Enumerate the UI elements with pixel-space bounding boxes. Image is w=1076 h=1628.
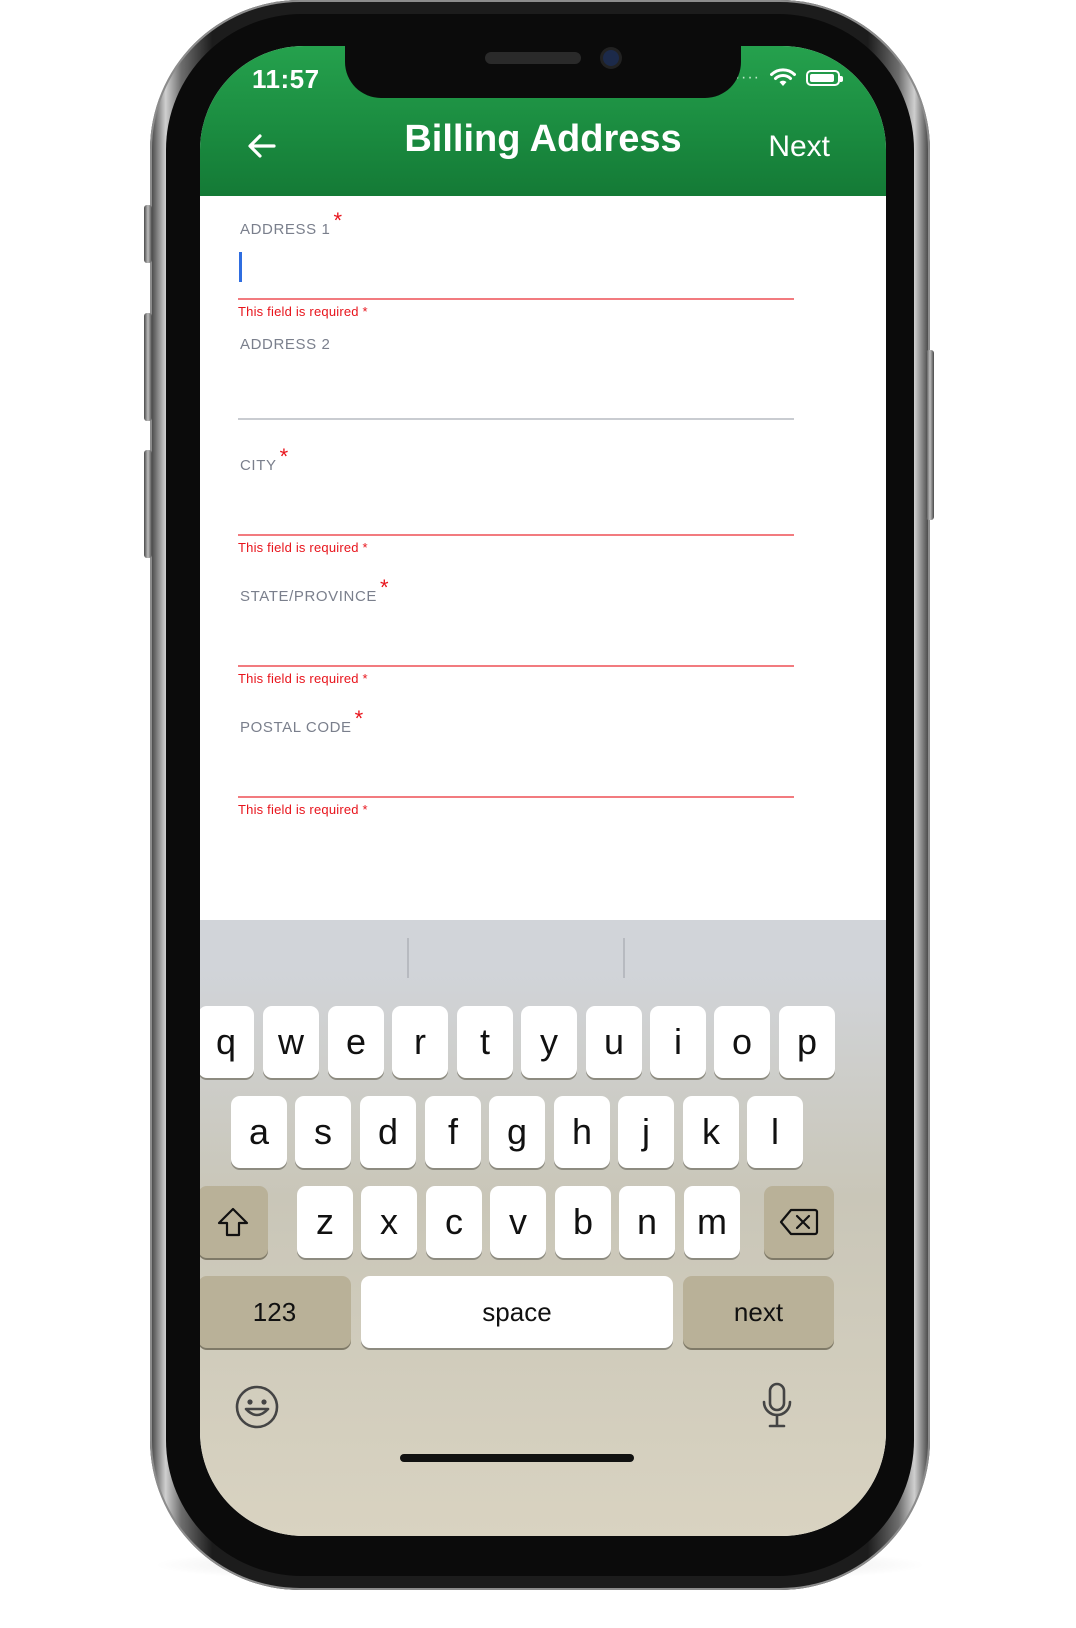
key-z[interactable]: z: [297, 1186, 353, 1258]
city-label: CITY: [240, 457, 277, 474]
postal-code-label: POSTAL CODE: [240, 719, 352, 736]
text-cursor: [239, 252, 242, 282]
key-d[interactable]: d: [360, 1096, 416, 1168]
address-2-label: ADDRESS 2: [240, 336, 331, 353]
state-province-field[interactable]: STATE/PROVINCE * This field is required *: [238, 563, 794, 693]
shift-key[interactable]: [200, 1186, 268, 1258]
city-error: This field is required *: [238, 540, 368, 555]
key-i[interactable]: i: [650, 1006, 706, 1078]
volume-up-button: [144, 313, 152, 421]
volume-down-button: [144, 450, 152, 558]
city-field[interactable]: CITY * This field is required *: [238, 432, 794, 562]
speaker-grille: [485, 52, 581, 64]
address-2-field[interactable]: ADDRESS 2: [238, 318, 794, 428]
phone-screen: 11:57 ···· Billing Address Next ADDRESS …: [200, 46, 886, 1536]
key-b[interactable]: b: [555, 1186, 611, 1258]
key-w[interactable]: w: [263, 1006, 319, 1078]
key-t[interactable]: t: [457, 1006, 513, 1078]
key-u[interactable]: u: [586, 1006, 642, 1078]
required-marker: *: [333, 208, 343, 233]
state-province-underline: [238, 665, 794, 667]
key-q[interactable]: q: [200, 1006, 254, 1078]
key-e[interactable]: e: [328, 1006, 384, 1078]
address-2-underline: [238, 418, 794, 420]
next-key[interactable]: next: [683, 1276, 834, 1348]
key-k[interactable]: k: [683, 1096, 739, 1168]
suggestion-divider: [623, 938, 625, 978]
key-j[interactable]: j: [618, 1096, 674, 1168]
key-a[interactable]: a: [231, 1096, 287, 1168]
power-button: [926, 350, 934, 520]
suggestion-divider: [407, 938, 409, 978]
address-1-field[interactable]: ADDRESS 1 * This field is required *: [238, 196, 794, 336]
next-button[interactable]: Next: [768, 130, 830, 164]
home-indicator[interactable]: [400, 1454, 634, 1462]
key-h[interactable]: h: [554, 1096, 610, 1168]
camera-icon: [603, 50, 619, 66]
space-key[interactable]: space: [361, 1276, 673, 1348]
key-r[interactable]: r: [392, 1006, 448, 1078]
key-o[interactable]: o: [714, 1006, 770, 1078]
postal-code-underline: [238, 796, 794, 798]
key-n[interactable]: n: [619, 1186, 675, 1258]
emoji-icon[interactable]: [234, 1384, 280, 1430]
key-y[interactable]: y: [521, 1006, 577, 1078]
postal-code-error: This field is required *: [238, 802, 368, 817]
key-x[interactable]: x: [361, 1186, 417, 1258]
required-marker: *: [354, 706, 364, 731]
required-marker: *: [380, 575, 390, 600]
postal-code-field[interactable]: POSTAL CODE * This field is required *: [238, 694, 794, 824]
city-underline: [238, 534, 794, 536]
address-1-label: ADDRESS 1: [240, 221, 331, 238]
key-s[interactable]: s: [295, 1096, 351, 1168]
key-f[interactable]: f: [425, 1096, 481, 1168]
key-m[interactable]: m: [684, 1186, 740, 1258]
numbers-key[interactable]: 123: [200, 1276, 351, 1348]
address-1-error: This field is required *: [238, 304, 368, 319]
microphone-icon[interactable]: [760, 1382, 794, 1430]
status-icons: ····: [735, 68, 843, 88]
key-v[interactable]: v: [490, 1186, 546, 1258]
delete-icon: [779, 1208, 819, 1236]
ios-keyboard: q w e r t y u i o p a s d f g h j k l z …: [200, 920, 886, 1536]
status-time: 11:57: [252, 64, 320, 94]
delete-key[interactable]: [764, 1186, 834, 1258]
required-marker: *: [279, 444, 289, 469]
key-g[interactable]: g: [489, 1096, 545, 1168]
key-l[interactable]: l: [747, 1096, 803, 1168]
state-province-label: STATE/PROVINCE: [240, 588, 378, 605]
battery-icon: [806, 70, 843, 86]
wifi-icon: [770, 68, 796, 86]
address-1-underline: [238, 298, 794, 300]
notch: [345, 46, 741, 98]
key-p[interactable]: p: [779, 1006, 835, 1078]
shift-icon: [217, 1207, 249, 1237]
mute-switch: [144, 205, 152, 263]
state-province-error: This field is required *: [238, 671, 368, 686]
key-c[interactable]: c: [426, 1186, 482, 1258]
